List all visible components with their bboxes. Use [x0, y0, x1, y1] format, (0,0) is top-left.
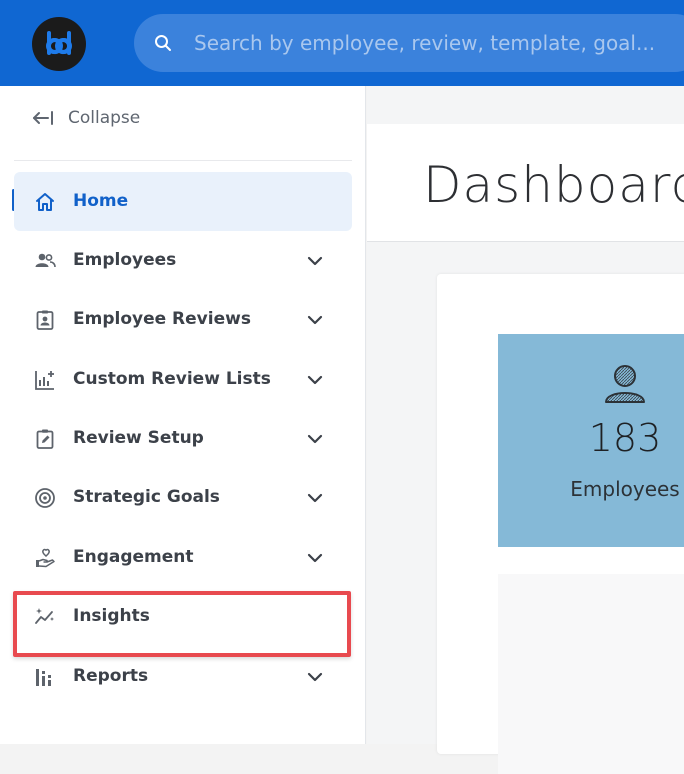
- sidebar-item-label: Custom Review Lists: [73, 369, 271, 389]
- sidebar-item-label: Engagement: [73, 547, 194, 567]
- logo-icon: [46, 31, 72, 55]
- clipboard-edit-icon: [36, 429, 54, 449]
- search-bar[interactable]: Search by employee, review, template, go…: [134, 14, 684, 72]
- dashboard-card: 183 Employees: [437, 274, 684, 774]
- sidebar-item-label: Home: [73, 191, 129, 211]
- sidebar-item-custom-review-lists[interactable]: Custom Review Lists: [14, 350, 352, 409]
- sidebar: Collapse Home Employees Employee Reviews…: [0, 86, 366, 744]
- collapse-label: Collapse: [68, 108, 141, 128]
- search-input[interactable]: Search by employee, review, template, go…: [194, 31, 655, 55]
- collapse-button[interactable]: Collapse: [32, 104, 140, 132]
- home-icon: [36, 193, 54, 211]
- sidebar-item-strategic-goals[interactable]: Strategic Goals: [14, 468, 352, 527]
- sparkle-trend-icon: [35, 608, 54, 624]
- chevron-down-icon[interactable]: [306, 549, 324, 567]
- sidebar-item-home[interactable]: Home: [14, 172, 352, 231]
- sidebar-item-label: Review Setup: [73, 428, 204, 448]
- sidebar-item-review-setup[interactable]: Review Setup: [14, 409, 352, 468]
- sidebar-item-label: Strategic Goals: [73, 487, 220, 507]
- sidebar-item-engagement[interactable]: Engagement: [14, 528, 352, 587]
- sidebar-item-label: Reports: [73, 666, 149, 686]
- chevron-down-icon[interactable]: [306, 489, 324, 507]
- hand-heart-icon: [36, 548, 55, 568]
- people-icon: [35, 253, 56, 268]
- collapse-arrow-icon: [33, 111, 53, 125]
- sidebar-item-employee-reviews[interactable]: Employee Reviews: [14, 290, 352, 349]
- sidebar-item-reports[interactable]: Reports: [14, 647, 352, 706]
- chevron-down-icon[interactable]: [306, 311, 324, 329]
- sidebar-item-label: Insights: [73, 606, 150, 626]
- card-lower-panel: [498, 574, 684, 774]
- sidebar-item-insights[interactable]: Insights: [14, 587, 352, 646]
- main-content: Dashboard 183 Employees: [367, 86, 684, 774]
- target-icon: [35, 488, 55, 508]
- divider: [14, 160, 352, 161]
- chevron-down-icon[interactable]: [306, 430, 324, 448]
- top-bar: Search by employee, review, template, go…: [0, 0, 684, 86]
- chevron-down-icon[interactable]: [306, 668, 324, 686]
- employee-count: 183: [588, 416, 662, 460]
- page-header: Dashboard: [367, 124, 684, 242]
- bar-chart-icon: [36, 669, 51, 686]
- app-logo[interactable]: [32, 17, 86, 71]
- person-icon: [605, 365, 645, 403]
- sidebar-item-label: Employee Reviews: [73, 309, 251, 329]
- chevron-down-icon[interactable]: [306, 371, 324, 389]
- chevron-down-icon[interactable]: [306, 252, 324, 270]
- chart-plus-icon: [35, 371, 54, 390]
- employee-count-label: Employees: [570, 477, 680, 501]
- sidebar-item-label: Employees: [73, 250, 177, 270]
- search-icon: [155, 35, 171, 51]
- page-title: Dashboard: [423, 156, 684, 214]
- id-badge-icon: [36, 310, 54, 330]
- sidebar-item-employees[interactable]: Employees: [14, 231, 352, 290]
- employees-tile[interactable]: 183 Employees: [498, 334, 684, 547]
